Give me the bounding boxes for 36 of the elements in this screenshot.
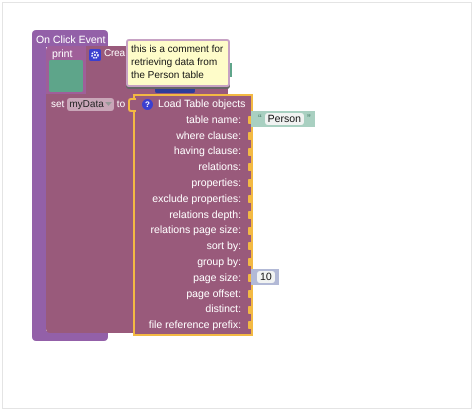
block-label: Crea [104, 48, 125, 59]
number-field[interactable]: 10 [257, 271, 275, 283]
field-label: having clause: [174, 145, 241, 158]
caret-icon [104, 102, 112, 106]
to-label: to [116, 98, 126, 110]
field-label: properties: [191, 177, 241, 190]
block-title: Load Table objects [158, 98, 246, 110]
quote-icon: ” [306, 113, 311, 125]
field-label: sort by: [206, 240, 241, 252]
event-block-header[interactable]: On Click Event [32, 30, 108, 47]
field-label: distinct: [205, 303, 241, 316]
field-label: relations page size: [150, 224, 241, 236]
print-block[interactable]: print [46, 46, 86, 94]
field-label: table name: [186, 114, 241, 126]
connector-tab-icon [128, 98, 136, 112]
quote-icon: “ [258, 113, 262, 125]
field-label: where clause: [176, 130, 241, 142]
field-label: exclude properties: [152, 192, 241, 205]
print-label: print [52, 48, 72, 60]
field-label: group by: [197, 256, 241, 268]
field-label: file reference prefix: [148, 319, 241, 332]
field-label: page size: [193, 272, 241, 284]
gear-icon[interactable] [89, 49, 101, 61]
field-label: relations: [198, 161, 241, 174]
set-label: set [51, 98, 64, 110]
text-block[interactable]: “ Person ” [251, 111, 315, 127]
comment-text: this is a comment for retrieving data from the Person table [130, 43, 224, 83]
field-label: page offset: [186, 288, 241, 300]
event-label: On Click Event [36, 34, 106, 46]
help-icon[interactable]: ? [142, 98, 153, 110]
variable-dropdown[interactable]: myData [67, 98, 114, 110]
number-block[interactable]: 10 [251, 269, 279, 285]
field-label: relations depth: [169, 208, 241, 221]
text-field[interactable]: Person [264, 113, 304, 125]
set-block[interactable]: set myData to [46, 94, 134, 333]
load-table-block[interactable] [133, 94, 253, 336]
